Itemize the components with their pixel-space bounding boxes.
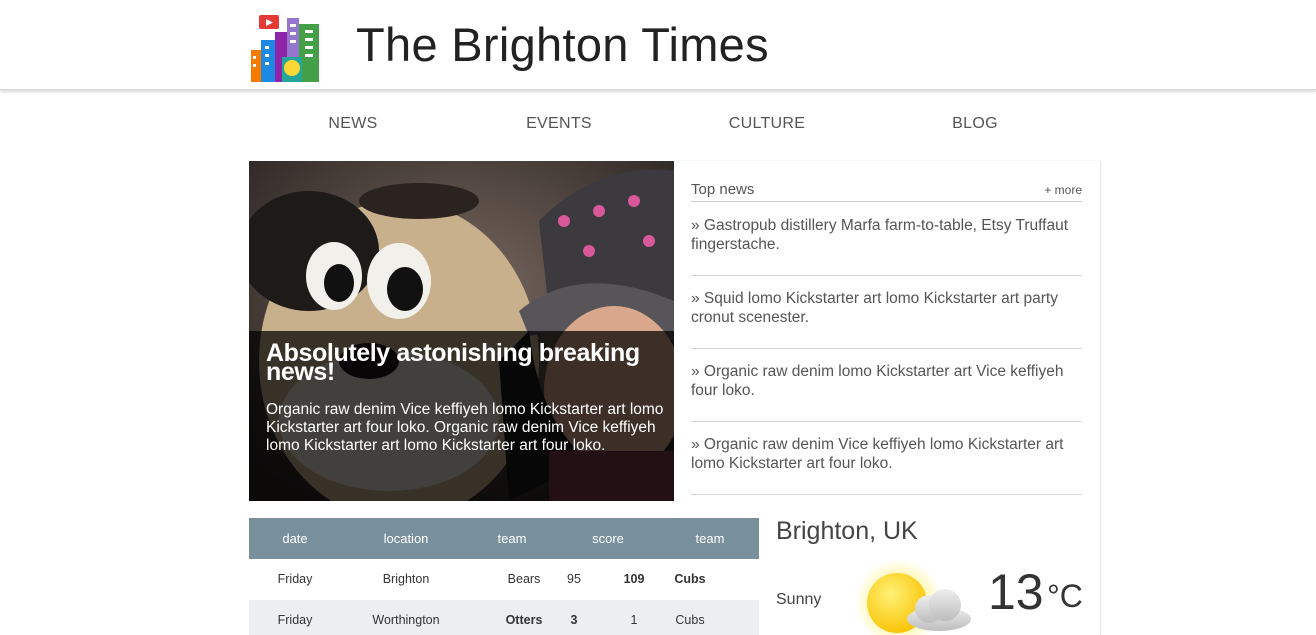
cell-team-away: Cubs <box>675 613 705 627</box>
column-header-location: location <box>383 531 429 546</box>
scores-table-header: date location team score team <box>249 518 759 559</box>
top-news-item[interactable]: » Organic raw denim lomo Kickstarter art… <box>691 349 1082 422</box>
column-header-team: team <box>695 531 725 546</box>
weather-widget: Brighton, UK Sunny 13 °C <box>759 501 1099 635</box>
hero-story[interactable]: Absolutely astonishing breaking news! Or… <box>249 161 674 501</box>
cell-date: Friday <box>277 572 313 586</box>
cell-location: Worthington <box>372 613 440 627</box>
weather-city: Brighton, UK <box>776 517 918 545</box>
top-news-item[interactable]: » Organic raw denim Vice keffiyeh lomo K… <box>691 422 1082 495</box>
hero-summary: Organic raw denim Vice keffiyeh lomo Kic… <box>266 401 664 454</box>
cell-score-home: 95 <box>567 572 581 586</box>
hero-headline[interactable]: Absolutely astonishing breaking news! <box>266 341 661 385</box>
cell-team-home: Otters <box>505 613 543 627</box>
cell-score-away: 109 <box>623 572 645 586</box>
cell-score-home: 3 <box>570 613 578 627</box>
sun-cloud-icon <box>855 561 971 635</box>
weather-condition: Sunny <box>776 591 822 608</box>
scores-table: date location team score team Friday Bri… <box>249 518 759 635</box>
nav-item-blog[interactable]: BLOG <box>871 115 1079 133</box>
weather-temperature: 13 <box>988 564 1044 620</box>
column-header-date: date <box>282 531 308 546</box>
cell-team-home: Bears <box>507 572 541 586</box>
cell-score-away: 1 <box>630 613 638 627</box>
top-news-item[interactable]: » Gastropub distillery Marfa farm-to-tab… <box>691 203 1082 276</box>
column-header-team: team <box>497 531 527 546</box>
top-news-header: Top news + more <box>691 181 1082 202</box>
column-header-score: score <box>592 531 624 546</box>
city-logo-icon[interactable] <box>249 12 321 83</box>
nav-item-culture[interactable]: CULTURE <box>663 115 871 133</box>
top-news-title: Top news <box>691 181 755 198</box>
cell-date: Friday <box>277 613 313 627</box>
more-news-link[interactable]: + more <box>1044 183 1082 197</box>
cell-location: Brighton <box>382 572 430 586</box>
table-row: Friday Brighton Bears 95 109 Cubs <box>249 559 759 600</box>
weather-unit: °C <box>1047 578 1083 614</box>
nav-item-events[interactable]: EVENTS <box>455 115 663 133</box>
table-row: Friday Worthington Otters 3 1 Cubs <box>249 600 759 635</box>
top-news-item[interactable]: » Squid lomo Kickstarter art lomo Kickst… <box>691 276 1082 349</box>
main-nav: NEWS EVENTS CULTURE BLOG <box>249 105 1099 145</box>
nav-item-news[interactable]: NEWS <box>249 115 457 133</box>
site-header: The Brighton Times <box>0 0 1316 90</box>
site-title[interactable]: The Brighton Times <box>356 18 769 72</box>
cell-team-away: Cubs <box>674 572 706 586</box>
